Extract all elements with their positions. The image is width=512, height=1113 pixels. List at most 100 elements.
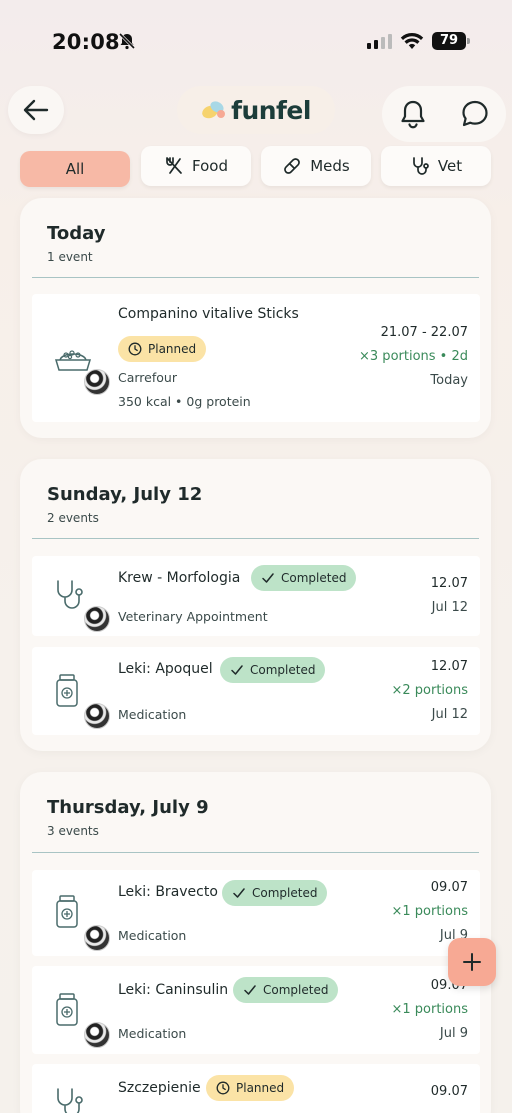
pet-avatar xyxy=(84,606,110,632)
tab-food[interactable]: Food xyxy=(141,146,251,186)
event-card[interactable]: Leki: Apoquel Completed Medication 12.07… xyxy=(32,647,480,735)
app-logo: funfel xyxy=(177,86,335,134)
event-relative-date: Jul 12 xyxy=(431,600,468,615)
stethoscope-icon xyxy=(413,157,429,175)
tab-vet[interactable]: Vet xyxy=(381,146,491,186)
event-subtitle: Medication xyxy=(118,928,187,943)
pill-icon xyxy=(284,158,301,174)
event-date: 09.07 xyxy=(430,1084,468,1099)
status-badge: Completed xyxy=(233,977,339,1003)
wifi-icon xyxy=(400,32,424,54)
logo-text: funfel xyxy=(231,95,311,125)
back-button[interactable] xyxy=(8,86,64,134)
section-subtitle: 2 events xyxy=(47,511,99,525)
medicine-bottle-icon xyxy=(52,673,82,713)
section-thursday-july-9: Thursday, July 9 3 events Leki: Bravecto… xyxy=(20,772,491,1113)
pet-avatar xyxy=(84,703,110,729)
medicine-bottle-icon xyxy=(52,894,82,934)
event-relative-date: Jul 12 xyxy=(431,707,468,722)
tab-all[interactable]: All xyxy=(20,151,130,187)
header-actions xyxy=(382,86,506,142)
event-card[interactable]: Leki: Caninsulin Completed Medication 09… xyxy=(32,966,480,1054)
plus-icon xyxy=(463,953,481,971)
event-relative-date: Today xyxy=(430,373,468,388)
event-subtitle: Medication xyxy=(118,1026,187,1041)
stethoscope-icon xyxy=(52,1086,88,1113)
clock-icon xyxy=(128,342,142,356)
status-bar: 20:08 79 xyxy=(0,0,512,80)
status-badge: Completed xyxy=(222,880,328,906)
event-title: Leki: Caninsulin xyxy=(118,982,229,998)
event-title: Szczepienie xyxy=(118,1080,201,1096)
add-event-button[interactable] xyxy=(448,938,496,986)
section-subtitle: 1 event xyxy=(47,250,93,264)
event-card[interactable]: Leki: Bravecto Completed Medication 09.0… xyxy=(32,870,480,956)
event-card[interactable]: Companino vitalive Sticks Planned Carref… xyxy=(32,294,480,422)
status-badge: Completed xyxy=(251,565,357,591)
event-title: Leki: Bravecto xyxy=(118,884,218,900)
logo-mark-icon xyxy=(202,101,226,119)
filter-tabs: All Food Meds Vet xyxy=(0,146,512,188)
divider xyxy=(32,277,479,278)
pet-avatar xyxy=(84,925,110,951)
event-subtitle: Medication xyxy=(118,707,187,722)
status-time: 20:08 xyxy=(52,30,120,54)
arrow-left-icon xyxy=(23,99,49,121)
status-badge-label: Planned xyxy=(236,1081,285,1095)
status-badge-label: Completed xyxy=(263,983,329,997)
event-portions: ×1 portions xyxy=(391,904,468,919)
chat-bubble-icon[interactable] xyxy=(460,99,490,129)
cellular-signal-icon xyxy=(367,34,392,49)
event-relative-date: Jul 9 xyxy=(439,1026,468,1041)
status-badge-label: Completed xyxy=(252,886,318,900)
tab-meds-label: Meds xyxy=(310,157,350,175)
bell-icon[interactable] xyxy=(399,99,427,129)
event-date: 12.07 xyxy=(430,659,468,674)
tab-food-label: Food xyxy=(192,157,228,175)
medicine-bottle-icon xyxy=(52,992,82,1032)
fork-knife-icon xyxy=(166,157,182,174)
event-card[interactable]: Szczepienie Planned 09.07 xyxy=(32,1064,480,1113)
event-subtitle: Carrefour xyxy=(118,370,177,385)
clock-icon xyxy=(216,1081,230,1095)
divider xyxy=(32,538,479,539)
section-today: Today 1 event Companino vitalive Sticks … xyxy=(20,198,491,438)
pet-avatar xyxy=(84,369,110,395)
check-icon xyxy=(262,573,274,583)
silent-mode-icon xyxy=(118,32,136,54)
status-badge: Completed xyxy=(220,657,326,683)
event-date: 09.07 xyxy=(430,880,468,895)
event-portions: ×1 portions xyxy=(391,1002,468,1017)
section-title: Today xyxy=(47,223,106,244)
status-badge-label: Planned xyxy=(148,342,197,356)
section-title: Thursday, July 9 xyxy=(47,797,209,818)
tab-all-label: All xyxy=(65,160,85,178)
battery-indicator: 79 xyxy=(432,32,470,50)
section-sunday-july-12: Sunday, July 12 2 events Krew - Morfolog… xyxy=(20,459,491,751)
check-icon xyxy=(233,888,245,898)
status-badge-label: Completed xyxy=(250,663,316,677)
event-card[interactable]: Krew - Morfologia Completed Veterinary A… xyxy=(32,556,480,636)
tab-meds[interactable]: Meds xyxy=(261,146,371,186)
check-icon xyxy=(231,665,243,675)
event-date: 21.07 - 22.07 xyxy=(380,325,468,340)
section-subtitle: 3 events xyxy=(47,824,99,838)
event-nutrition: 350 kcal • 0g protein xyxy=(118,394,251,409)
section-title: Sunday, July 12 xyxy=(47,484,203,505)
event-portions: ×2 portions xyxy=(391,683,468,698)
top-bar: funfel xyxy=(0,84,512,142)
event-title: Companino vitalive Sticks xyxy=(118,306,299,322)
event-title: Krew - Morfologia xyxy=(118,570,241,586)
tab-vet-label: Vet xyxy=(437,157,463,175)
stethoscope-icon xyxy=(52,578,88,616)
event-title: Leki: Apoquel xyxy=(118,661,213,677)
status-badge: Planned xyxy=(206,1075,295,1101)
event-subtitle: Veterinary Appointment xyxy=(118,609,268,624)
check-icon xyxy=(244,985,256,995)
event-portions: ×3 portions • 2d xyxy=(359,349,468,364)
event-date: 12.07 xyxy=(430,576,468,591)
divider xyxy=(32,852,479,853)
pet-avatar xyxy=(84,1022,110,1048)
status-badge-label: Completed xyxy=(281,571,347,585)
status-badge: Planned xyxy=(118,336,207,362)
